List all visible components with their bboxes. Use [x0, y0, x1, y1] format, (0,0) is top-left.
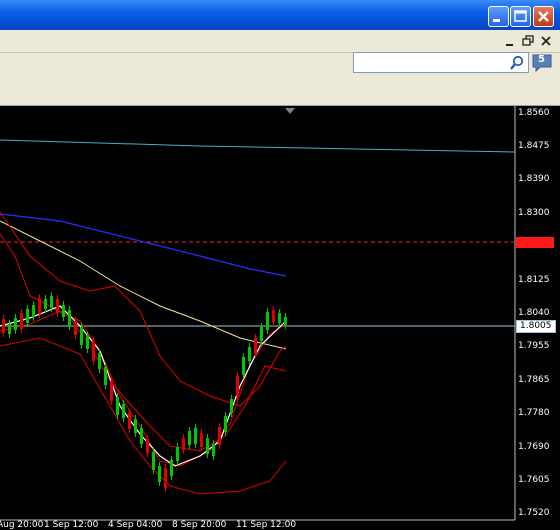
- maximize-icon: [514, 10, 527, 22]
- magnifier-icon[interactable]: [509, 55, 525, 71]
- candle-body: [230, 399, 233, 413]
- candle-body: [194, 428, 197, 444]
- candle-body: [38, 298, 41, 314]
- candle-body: [68, 310, 71, 326]
- candle-body: [158, 466, 161, 482]
- price-chart[interactable]: [0, 106, 560, 530]
- window-close-button[interactable]: [533, 6, 554, 27]
- candle-body: [44, 299, 47, 309]
- candle-body: [164, 468, 167, 488]
- y-tick: 1.7780: [518, 408, 550, 418]
- bid-price-label: 1.8005: [520, 321, 552, 331]
- y-tick: 1.7605: [518, 475, 550, 485]
- candle-body: [128, 413, 131, 429]
- candle-body: [272, 310, 275, 322]
- x-tick: 8 Sep 20:00: [172, 520, 227, 530]
- candle-body: [254, 338, 257, 354]
- y-tick: 1.7865: [518, 375, 550, 385]
- candle-body: [50, 296, 53, 308]
- level-price-label: 1.8227: [519, 237, 551, 247]
- candle-body: [170, 460, 173, 476]
- y-tick: 1.8040: [518, 308, 550, 318]
- window-titlebar: [0, 0, 560, 30]
- candle-body: [20, 313, 23, 329]
- bid-price-tag: 1.8005: [516, 320, 556, 333]
- y-tick: 1.7690: [518, 442, 550, 452]
- candle-body: [8, 324, 11, 334]
- y-tick: 1.7520: [518, 508, 550, 518]
- x-tick: 4 Sep 04:00: [108, 520, 163, 530]
- candle-body: [80, 327, 83, 345]
- long-ma-line: [0, 139, 516, 153]
- candle-body: [56, 299, 59, 313]
- candle-body: [236, 376, 239, 396]
- candle-body: [26, 309, 29, 323]
- candle-body: [74, 321, 77, 335]
- x-tick: Aug 20:00: [0, 520, 44, 530]
- candle-body: [98, 353, 101, 369]
- candle-body: [62, 305, 65, 317]
- y-tick: 1.8475: [518, 141, 550, 151]
- candle-body: [248, 347, 251, 361]
- candle-body: [224, 416, 227, 432]
- candle-body: [176, 447, 179, 461]
- window-minimize-button[interactable]: [488, 6, 509, 27]
- mdi-close-icon[interactable]: [539, 34, 553, 48]
- minimize-icon: [493, 19, 500, 22]
- candle-body: [2, 319, 5, 333]
- mdi-restore-icon[interactable]: [521, 34, 535, 48]
- window-maximize-button[interactable]: [510, 6, 531, 27]
- mdi-minimize-icon[interactable]: [503, 34, 517, 48]
- candle-body: [278, 313, 281, 323]
- shift-marker-icon[interactable]: [285, 108, 295, 114]
- search-box: [353, 52, 529, 73]
- candle-body: [284, 317, 287, 325]
- y-tick: 1.8560: [518, 108, 550, 118]
- indicator-lines: [0, 139, 516, 495]
- chart-canvas: [0, 106, 516, 521]
- candle-body: [206, 438, 209, 454]
- candle-body: [212, 444, 215, 456]
- messages-badge: 5: [538, 54, 545, 65]
- candle-body: [152, 452, 155, 470]
- level-price-tag: 1.8227: [516, 237, 554, 248]
- candle-body: [122, 404, 125, 418]
- candle-body: [242, 357, 245, 375]
- menu-bar: [0, 30, 560, 53]
- close-icon: [538, 11, 549, 22]
- candle-body: [104, 367, 107, 385]
- candle-body: [134, 419, 137, 433]
- candle-body: [116, 397, 119, 415]
- search-input[interactable]: [356, 54, 506, 71]
- candle-body: [182, 438, 185, 450]
- x-tick: 11 Sep 12:00: [236, 520, 297, 530]
- y-tick: 1.7955: [518, 341, 550, 351]
- candle-body: [146, 439, 149, 453]
- messages-button[interactable]: 5: [532, 53, 552, 73]
- y-tick: 1.8300: [518, 208, 550, 218]
- candle-body: [200, 433, 203, 447]
- mid-ma-line: [0, 220, 287, 350]
- x-tick: 1 Sep 12:00: [44, 520, 99, 530]
- candle-body: [92, 341, 95, 361]
- candle-body: [188, 431, 191, 445]
- candle-body: [260, 327, 263, 341]
- candle-body: [218, 427, 221, 445]
- candle-body: [266, 312, 269, 330]
- candle-body: [86, 335, 89, 349]
- y-tick: 1.8390: [518, 174, 550, 184]
- candle-body: [14, 318, 17, 330]
- candle-body: [110, 381, 113, 401]
- candle-body: [32, 305, 35, 317]
- candle-body: [140, 428, 143, 444]
- y-tick: 1.8125: [518, 275, 550, 285]
